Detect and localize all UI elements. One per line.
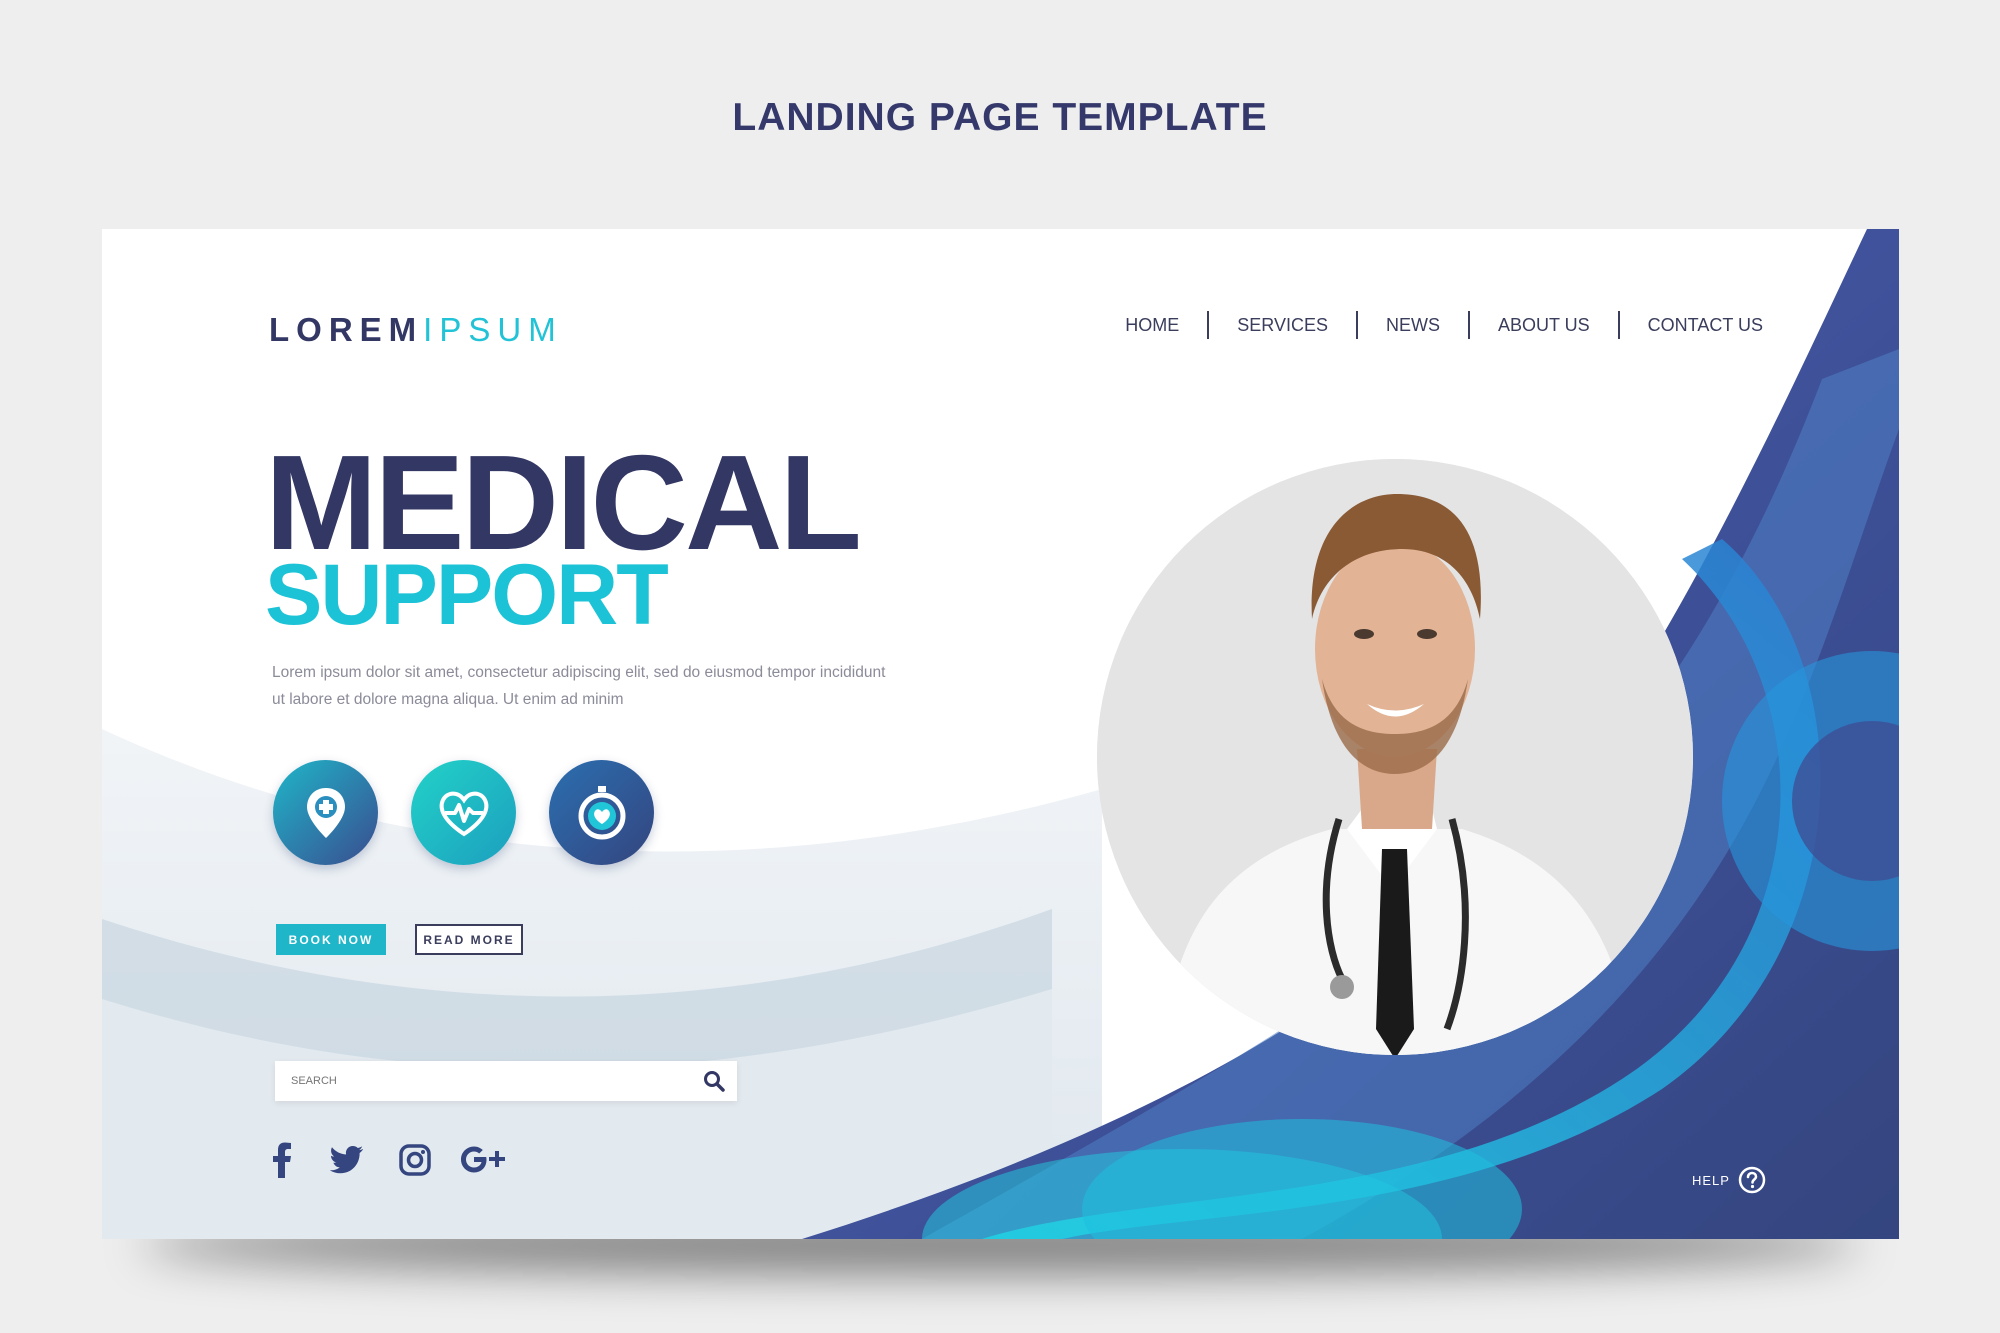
hero-description: Lorem ipsum dolor sit amet, consectetur … <box>272 664 886 708</box>
logo-part-1: LOREM <box>269 311 424 348</box>
logo-part-2: IPSUM <box>423 311 563 348</box>
nav-about-us[interactable]: ABOUT US <box>1467 311 1618 339</box>
twitter-link[interactable] <box>327 1140 367 1180</box>
help-label: HELP <box>1692 1172 1730 1188</box>
nav-news[interactable]: NEWS <box>1355 311 1468 339</box>
search-icon[interactable] <box>703 1070 725 1092</box>
nav-contact-us[interactable]: CONTACT US <box>1617 311 1763 339</box>
instagram-icon <box>399 1144 431 1176</box>
help-link[interactable]: HELP <box>1692 1166 1766 1194</box>
search-bar <box>275 1061 737 1101</box>
nav-home[interactable]: HOME <box>1097 311 1207 339</box>
google-plus-icon <box>461 1146 505 1173</box>
hero-subtitle: SUPPORT <box>265 547 669 643</box>
read-more-button[interactable]: READ MORE <box>415 924 523 955</box>
twitter-icon <box>330 1146 363 1174</box>
google-plus-link[interactable] <box>459 1140 509 1180</box>
feature-location[interactable] <box>273 760 378 865</box>
main-nav: HOME SERVICES NEWS ABOUT US CONTACT US <box>1097 311 1763 339</box>
location-pin-cross-icon <box>306 787 345 838</box>
heart-pulse-icon <box>439 791 488 836</box>
landing-card: LOREMIPSUM HOME SERVICES NEWS ABOUT US C… <box>102 229 1899 1239</box>
nav-services[interactable]: SERVICES <box>1207 311 1356 339</box>
stopwatch-heart-icon <box>578 785 625 839</box>
facebook-icon <box>273 1142 291 1178</box>
feature-stopwatch[interactable] <box>549 760 654 865</box>
book-now-button[interactable]: BOOK NOW <box>276 924 386 955</box>
facebook-link[interactable] <box>262 1140 302 1180</box>
search-input[interactable] <box>275 1061 675 1101</box>
feature-heart-pulse[interactable] <box>411 760 516 865</box>
instagram-link[interactable] <box>395 1140 435 1180</box>
brand-logo[interactable]: LOREMIPSUM <box>269 311 563 349</box>
question-circle-icon <box>1738 1166 1766 1194</box>
page-heading: LANDING PAGE TEMPLATE <box>732 96 1268 139</box>
